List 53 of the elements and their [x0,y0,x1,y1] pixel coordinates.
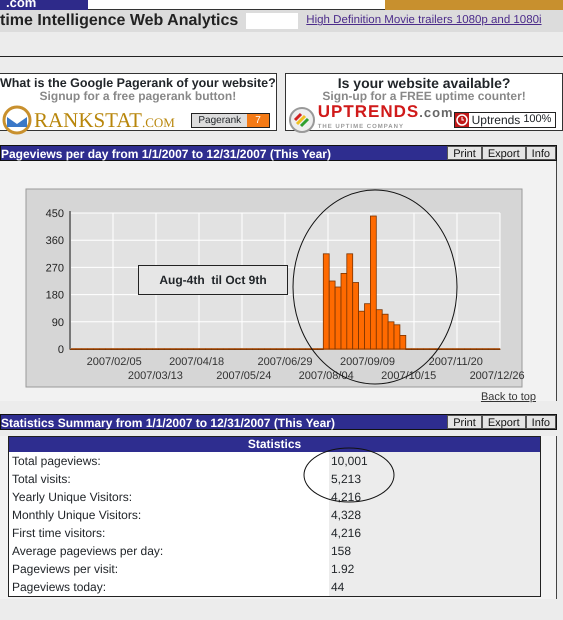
axis-tick-label: 2007/09/09 [340,356,396,368]
toolbar-button[interactable]: Export [482,415,526,429]
ad-heading: Is your website available? [336,76,512,90]
stat-value: 4,216 [329,524,540,542]
axis-tick-label: 2007/04/18 [169,356,224,368]
toolbar-button[interactable]: Print [447,415,482,429]
stat-value: 5,213 [329,470,540,488]
stat-label: Pageviews per visit: [11,561,120,578]
annotation-label: Aug-4th til Oct 9th [138,265,288,295]
axis-tick-label: 2007/05/24 [216,370,272,382]
stat-label: Total pageviews: [11,453,102,470]
uptime-badge: Uptrends 100% [454,112,556,128]
panel-title: Statistics Summary from 1/1/2007 to 12/31/2007 (This Year) [1,415,336,429]
axis-tick-label: 2007/06/29 [257,356,313,368]
striped-circle-icon [288,106,316,134]
axis-tick-label: 450 [46,208,64,220]
stat-label: Pageviews today: [11,579,108,596]
axis-tick-label: 270 [46,262,64,274]
axis-tick-label: 2007/11/20 [428,356,483,368]
axis-tick-label: 90 [52,316,64,329]
logo: .com [0,0,88,10]
stat-label: Monthly Unique Visitors: [11,507,142,524]
stat-value: 10,001 [329,452,540,470]
axis-tick-label: 0 [58,344,64,356]
brand-logo: RANKSTAT.COM [34,110,175,130]
axis-tick-label: 2007/03/13 [128,370,183,382]
toolbar-button[interactable]: Print [447,146,482,160]
axis-tick-label: 180 [46,290,64,302]
toolbar-button[interactable]: Info [526,415,556,429]
ad-subheading: Signup for a free pagerank button! [38,90,238,103]
stat-value: 4,328 [329,506,540,524]
axis-tick-label: 2007/12/26 [470,370,525,382]
table-header: Statistics [9,437,540,452]
stat-value: 158 [329,542,540,560]
toolbar-button[interactable]: Export [482,146,526,160]
stat-value: 1.92 [329,560,540,578]
stat-label: Total visits: [11,471,72,488]
site-title: time Intelligence Web Analytics [0,11,238,31]
ad-link[interactable]: High Definition Movie trailers 1080p and 1080i [306,12,542,30]
stat-label: First time visitors: [11,525,106,542]
stat-label: Average pageviews per day: [11,543,164,560]
stat-label: Yearly Unique Visitors: [11,489,134,506]
blank-box [246,13,298,29]
toolbar-button[interactable]: Info [526,146,556,160]
ad-heading: What is the Google Pagerank of your website? [0,76,276,90]
stat-value: 4,216 [329,488,540,506]
axis-tick-label: 360 [46,235,64,248]
panel-title: Pageviews per day from 1/1/2007 to 12/31/2007 (This Year) [1,146,332,160]
stat-value: 44 [329,578,540,596]
pagerank-badge: Pagerank 7 [191,112,270,128]
back-to-top-link[interactable]: Back to top [480,391,536,403]
ad-subheading: Sign-up for a FREE uptime counter! [321,90,527,103]
axis-tick-label: 2007/02/05 [86,356,142,368]
